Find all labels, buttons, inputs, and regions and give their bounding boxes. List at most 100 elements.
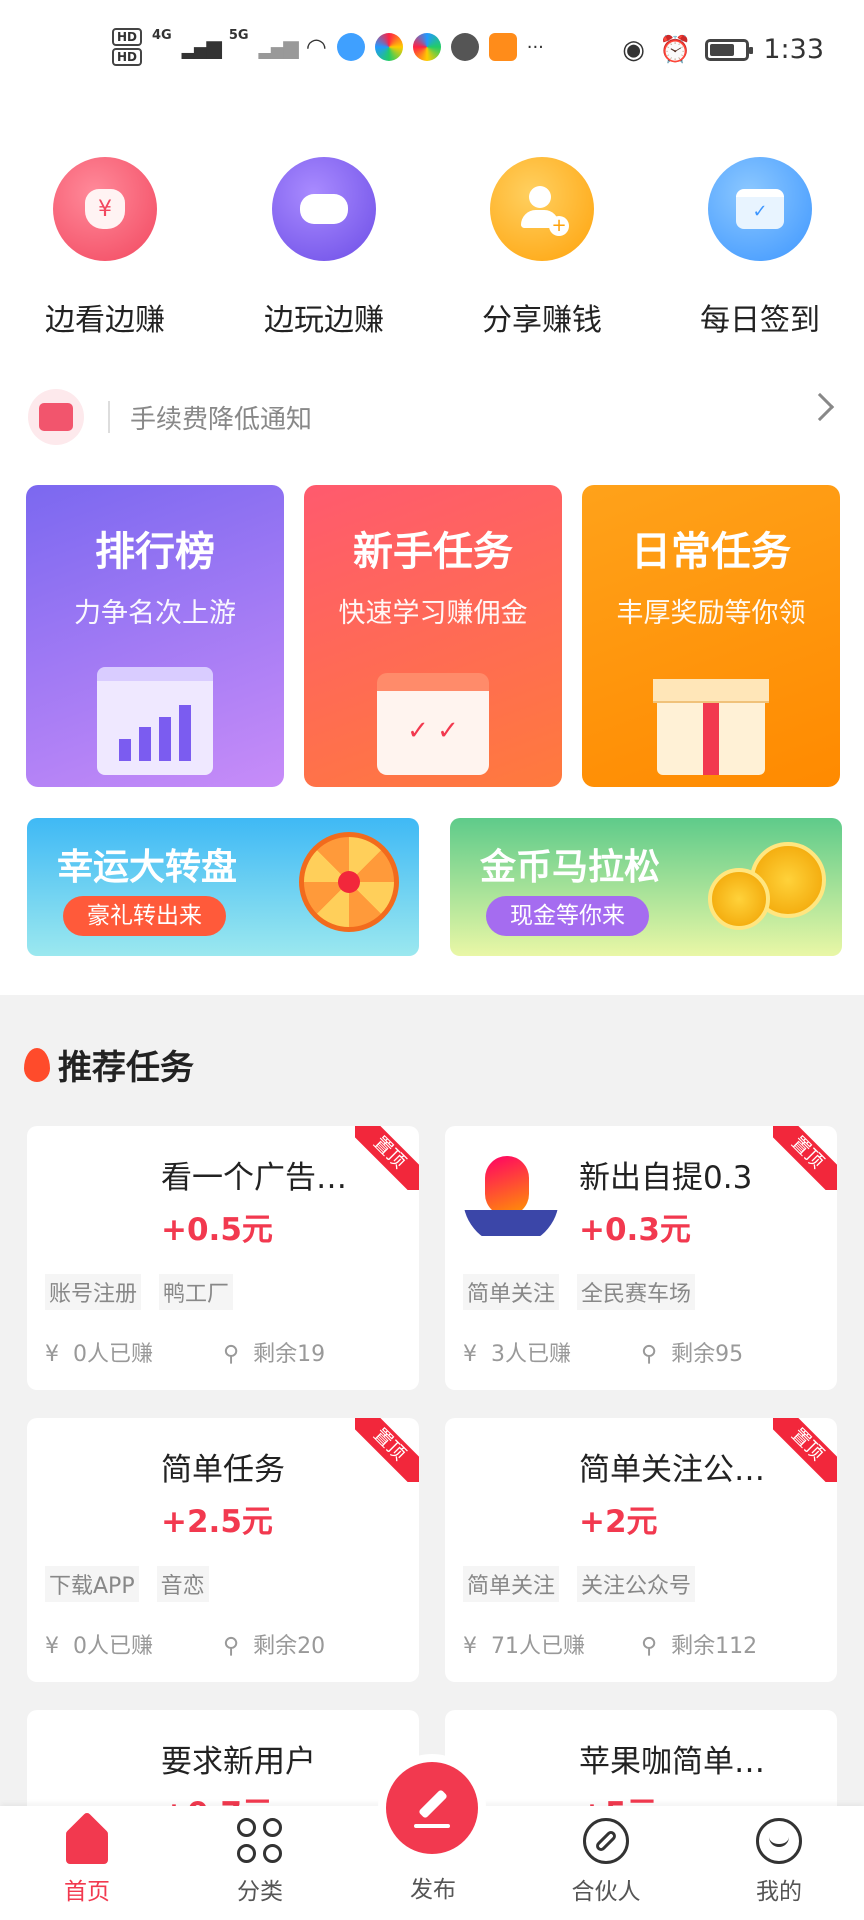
remaining-count: ⚲ 剩余19 [223,1336,325,1368]
quick-action-label: 分享赚钱 [482,303,602,338]
gold-coin-icon [708,868,770,930]
network-5g-label: 5G [228,28,249,43]
more-notifications-icon: ··· [526,36,544,58]
nav-publish[interactable]: 发布 [373,1862,493,1904]
banner-coin-marathon[interactable]: 金币马拉松 现金等你来 [450,818,842,956]
quick-action-watch-earn[interactable]: ¥ 边看边赚 [15,157,195,339]
card-title: 新手任务 [353,529,513,575]
signal-icon: ▂▄▆ [181,35,222,59]
nav-partner[interactable]: 合伙人 [546,1818,666,1906]
gift-icon [653,679,769,775]
quick-action-label: 每日签到 [700,303,820,338]
nav-category[interactable]: 分类 [200,1818,320,1906]
message-icon [450,33,479,61]
pinned-badge: 置顶 [773,1126,837,1190]
remaining-count: ⚲ 剩余112 [641,1628,757,1660]
quick-action-daily-checkin[interactable]: ✓ 每日签到 [670,157,850,339]
earned-text: 0人已赚 [73,1342,153,1367]
card-title: 排行榜 [95,529,215,575]
task-reward: +0.3元 [579,1212,691,1248]
task-tag: 音恋 [156,1566,209,1602]
task-card[interactable]: 新出自提0.3 +0.3元 简单关注 全民赛车场 ¥ 3人已赚 ⚲ 剩余95 置… [445,1126,837,1390]
task-tag: 全民赛车场 [577,1274,696,1310]
hd-badge-2: HD [112,48,143,66]
calendar-icon: ✓ ✓ [377,673,489,775]
publish-button[interactable] [386,1762,478,1854]
nav-label: 我的 [756,1879,802,1905]
pencil-icon [410,1786,454,1830]
task-tag: 简单关注 [463,1566,560,1602]
person-icon: ⚲ [641,1634,658,1659]
remaining-text: 剩余95 [671,1342,744,1367]
smile-profile-icon [756,1818,802,1864]
banner-lucky-wheel[interactable]: 幸运大转盘 豪礼转出来 [27,818,419,956]
banner-button[interactable]: 现金等你来 [486,896,649,936]
banner-button[interactable]: 豪礼转出来 [63,896,226,936]
alarm-icon: ⏰ [658,34,692,65]
app-notification-icon [336,33,365,61]
yuan-icon: ¥ [463,1342,477,1367]
person-icon: ⚲ [223,1342,240,1367]
task-card[interactable]: 简单任务 +2.5元 下载APP 音恋 ¥ 0人已赚 ⚲ 剩余20 置顶 [27,1418,419,1682]
person-icon: ⚲ [223,1634,240,1659]
banner-title: 幸运大转盘 [57,847,238,888]
task-reward: +2.5元 [161,1504,273,1540]
earned-count: ¥ 0人已赚 [45,1628,223,1660]
task-tag: 鸭工厂 [159,1274,234,1310]
chevron-right-icon [805,392,835,422]
nav-label: 分类 [237,1879,283,1905]
nav-mine[interactable]: 我的 [719,1818,839,1906]
task-title: 苹果咖简单… [579,1744,765,1780]
task-title: 新出自提0.3 [579,1160,753,1196]
divider [108,401,110,433]
calendar-check-icon: ✓ [708,157,812,261]
hd-badge-1: HD [112,28,143,46]
user-add-icon: + [490,157,594,261]
card-leaderboard[interactable]: 排行榜 力争名次上游 [26,485,284,787]
banner-title: 金币马拉松 [480,847,661,888]
quick-action-label: 边看边赚 [45,303,165,338]
compass-icon [583,1818,629,1864]
clock-time: 1:33 [763,34,824,65]
bar-chart-icon [97,667,213,775]
status-bar: HD HD 4G ▂▄▆ 5G ▂▄▆ ◠ ··· ◉ ⏰ 1:33 [0,0,864,105]
eye-icon: ◉ [622,34,645,65]
network-4g-label: 4G [152,28,172,43]
gamepad-icon [272,157,376,261]
quick-action-share-earn[interactable]: + 分享赚钱 [452,157,632,339]
task-tag: 下载APP [45,1566,139,1602]
task-thumbnail [463,1150,559,1246]
prize-wheel-icon [299,832,399,932]
nav-label: 首页 [64,1879,110,1905]
quick-action-play-earn[interactable]: 边玩边赚 [234,157,414,339]
nav-home[interactable]: 首页 [27,1811,147,1906]
task-card[interactable]: 简单关注公… +2元 简单关注 关注公众号 ¥ 71人已赚 ⚲ 剩余112 置顶 [445,1418,837,1682]
task-reward: +2元 [579,1504,658,1540]
video-app-icon [488,33,517,61]
category-grid-icon [237,1818,283,1864]
quick-action-label: 边玩边赚 [264,303,384,338]
earned-text: 71人已赚 [491,1634,585,1659]
task-tag: 账号注册 [45,1274,142,1310]
remaining-count: ⚲ 剩余20 [223,1628,325,1660]
person-icon: ⚲ [641,1342,658,1367]
pinned-badge: 置顶 [355,1418,419,1482]
task-title: 简单关注公… [579,1452,765,1488]
card-daily-task[interactable]: 日常任务 丰厚奖励等你领 [582,485,840,787]
task-title: 简单任务 [161,1452,285,1488]
app-notification-icon [412,33,441,61]
battery-icon [705,38,754,61]
app-notification-icon [374,33,403,61]
task-card[interactable]: 看一个广告… +0.5元 账号注册 鸭工厂 ¥ 0人已赚 ⚲ 剩余19 置顶 [27,1126,419,1390]
pinned-ribbon: 置顶 [355,1418,419,1482]
money-bag-icon: ¥ [53,157,157,261]
remaining-text: 剩余112 [671,1634,758,1659]
card-newbie-task[interactable]: 新手任务 快速学习赚佣金 ✓ ✓ [304,485,562,787]
pinned-ribbon: 置顶 [773,1126,837,1190]
yuan-icon: ¥ [45,1634,59,1659]
yuan-icon: ¥ [45,1342,59,1367]
notice-bar[interactable]: 手续费降低通知 [28,382,838,452]
remaining-text: 剩余20 [253,1634,326,1659]
status-right: ◉ ⏰ 1:33 [622,34,824,65]
task-title: 看一个广告… [161,1160,347,1196]
